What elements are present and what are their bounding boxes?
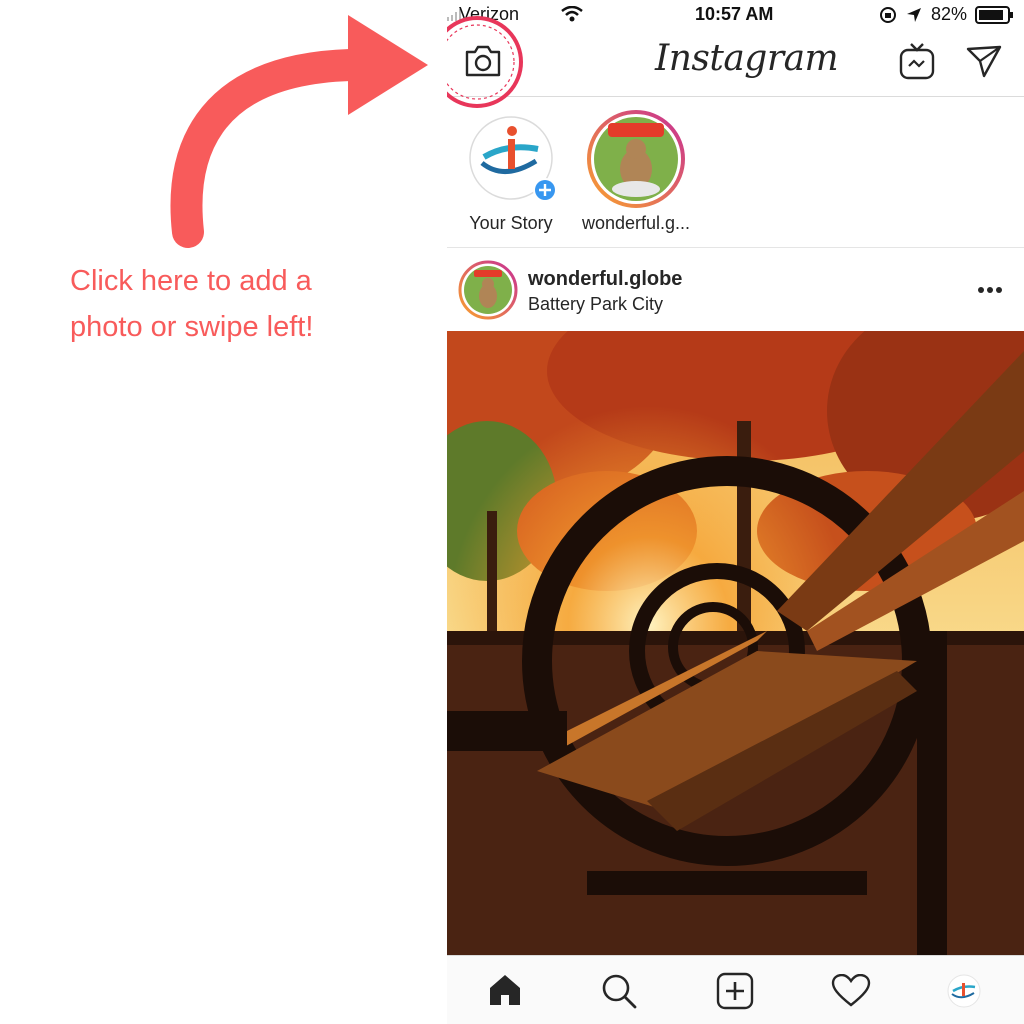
battery-percent: 82% xyxy=(931,4,968,24)
igtv-icon[interactable] xyxy=(899,42,935,80)
wifi-icon xyxy=(561,6,583,22)
story-wonderful-globe[interactable] xyxy=(586,109,686,209)
direct-message-icon[interactable] xyxy=(965,44,1003,78)
activity-heart-icon[interactable] xyxy=(831,974,871,1008)
story-label-wonderful-globe: wonderful.g... xyxy=(581,213,691,233)
more-options-icon[interactable] xyxy=(977,286,1003,294)
add-post-icon[interactable] xyxy=(716,972,754,1010)
status-bar: Verizon 10:57 AM 82% xyxy=(447,0,1024,30)
battery-icon xyxy=(975,6,1013,24)
rotation-lock-icon xyxy=(880,7,896,23)
stories-tray: Your Story wonderful.g... xyxy=(447,97,1024,248)
post-header: wonderful.globe Battery Park City xyxy=(447,248,1024,331)
bottom-tab-bar xyxy=(447,955,1024,1024)
annotation-line-1: Click here to add a xyxy=(70,265,312,297)
story-label-your-story: Your Story xyxy=(469,213,553,233)
profile-avatar-icon[interactable] xyxy=(947,974,981,1008)
your-story-avatar xyxy=(469,116,557,202)
post-username[interactable]: wonderful.globe xyxy=(528,268,682,291)
annotation-arrow xyxy=(170,15,428,248)
post-photo[interactable] xyxy=(447,331,1024,955)
camera-icon[interactable] xyxy=(464,44,502,78)
autumn-bench-photo xyxy=(447,331,1024,955)
annotation-text: Click here to add a photo or swipe left! xyxy=(70,258,410,350)
location-arrow-icon xyxy=(907,8,921,22)
app-header: Instagram xyxy=(447,16,1024,108)
post-location[interactable]: Battery Park City xyxy=(528,294,663,315)
phone-screen: Verizon 10:57 AM 82% Instagram Your Stor… xyxy=(447,0,1024,1024)
clock-time: 10:57 AM xyxy=(695,4,774,24)
wonderful-globe-story-avatar xyxy=(587,110,685,208)
annotation-line-2: photo or swipe left! xyxy=(70,311,314,343)
home-icon[interactable] xyxy=(487,972,523,1008)
search-icon[interactable] xyxy=(600,972,638,1010)
app-title: Instagram xyxy=(655,38,839,79)
post-author-avatar[interactable] xyxy=(458,260,518,320)
story-your-story[interactable] xyxy=(468,115,557,202)
